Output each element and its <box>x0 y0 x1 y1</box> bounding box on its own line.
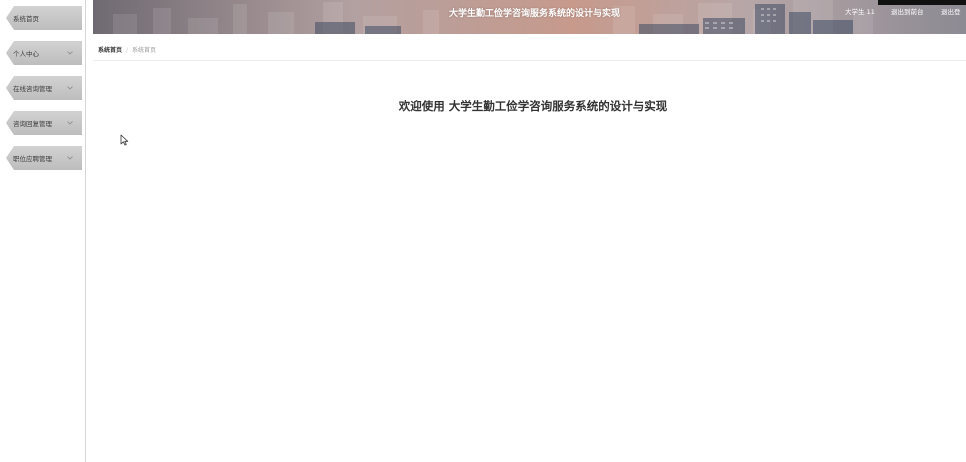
mouse-pointer-icon <box>120 134 129 146</box>
sidebar-item-label: 在线咨询管理 <box>13 85 52 93</box>
breadcrumb: 系统首页 / 系统首页 <box>98 45 156 54</box>
back-to-frontend-button[interactable]: 退出到前台 <box>891 0 924 24</box>
sidebar-item-label: 系统首页 <box>13 15 39 23</box>
breadcrumb-home-link[interactable]: 系统首页 <box>98 47 122 54</box>
sidebar-item-home[interactable]: 系统首页 <box>6 6 82 30</box>
top-header: 大学生勤工俭学咨询服务系统的设计与实现 大学生 11 退出到前台 退出登 <box>93 0 966 34</box>
current-user-label: 大学生 11 <box>845 8 875 16</box>
breadcrumb-separator: / <box>126 47 129 54</box>
system-title: 大学生勤工俭学咨询服务系统的设计与实现 <box>449 9 621 19</box>
chevron-down-icon <box>66 84 74 92</box>
sidebar-item-label: 职位应聘管理 <box>13 155 52 163</box>
sidebar-item-job-application[interactable]: 职位应聘管理 <box>6 146 82 170</box>
logout-button[interactable]: 退出登 <box>941 0 961 24</box>
sidebar-item-consult-reply[interactable]: 咨询回复管理 <box>6 111 82 135</box>
breadcrumb-current: 系统首页 <box>132 47 157 54</box>
chevron-down-icon <box>66 154 74 162</box>
sidebar-item-label: 咨询回复管理 <box>13 120 52 128</box>
content-divider <box>93 60 966 61</box>
sidebar-item-personal-center[interactable]: 个人中心 <box>6 41 82 65</box>
chevron-down-icon <box>66 119 74 127</box>
sidebar-item-label: 个人中心 <box>13 50 39 58</box>
app-window: 系统首页 个人中心 在线咨询管理 咨询回复管理 职位应聘管理 大学生勤工俭学咨询… <box>0 0 966 462</box>
sidebar: 系统首页 个人中心 在线咨询管理 咨询回复管理 职位应聘管理 <box>0 0 86 462</box>
chevron-down-icon <box>66 49 74 57</box>
sidebar-item-online-consult[interactable]: 在线咨询管理 <box>6 76 82 100</box>
welcome-message: 欢迎使用 大学生勤工俭学咨询服务系统的设计与实现 <box>398 99 668 113</box>
